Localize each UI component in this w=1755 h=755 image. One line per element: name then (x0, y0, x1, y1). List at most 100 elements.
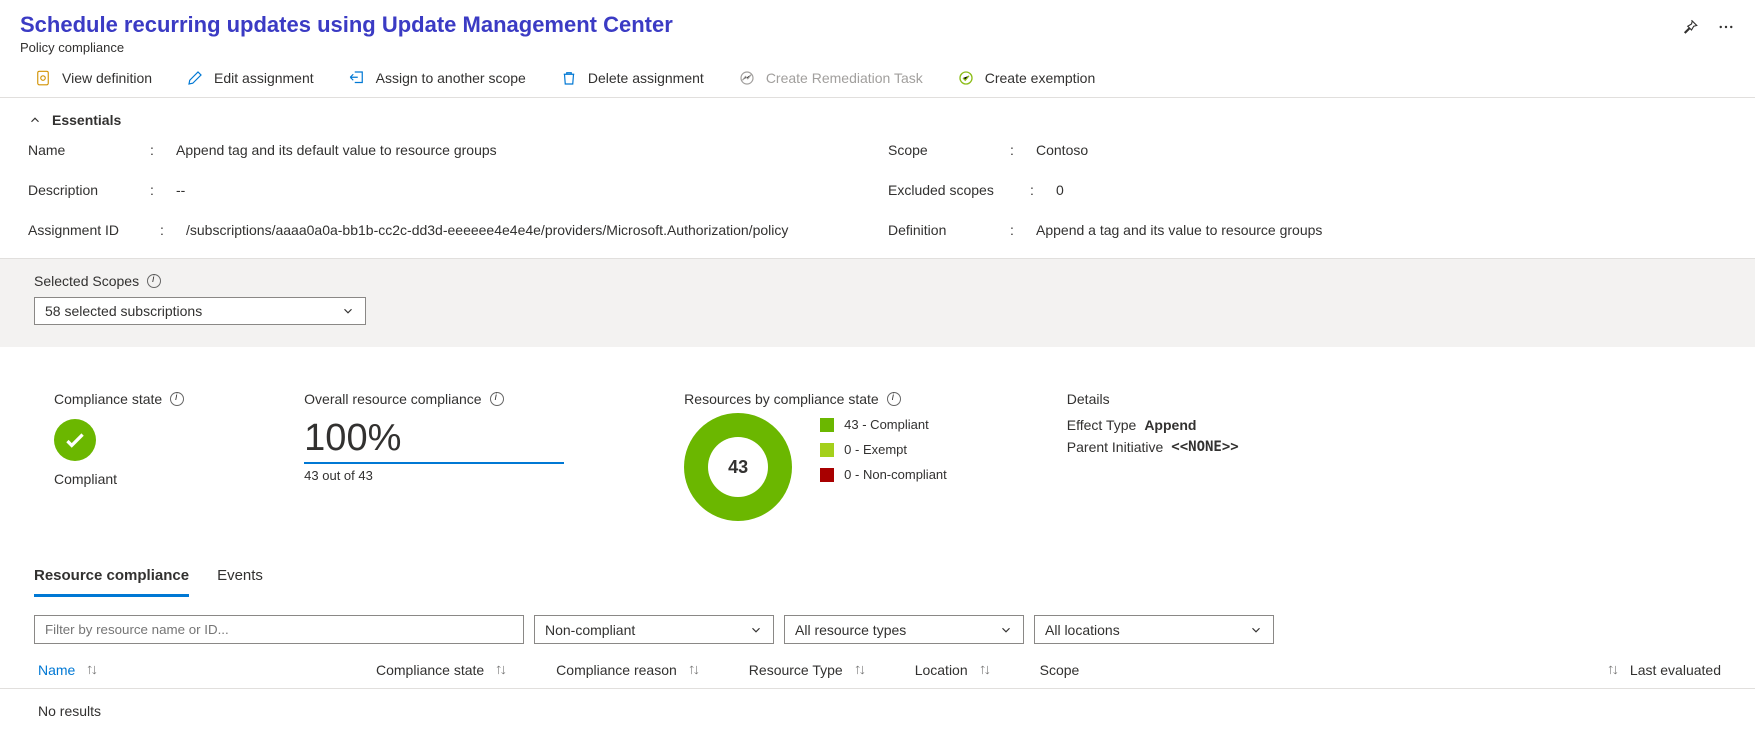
legend-noncompliant-label: 0 - Non-compliant (844, 467, 947, 482)
pin-icon[interactable] (1681, 18, 1699, 36)
essentials-heading: Essentials (52, 112, 121, 128)
edit-assignment-label: Edit assignment (214, 70, 314, 86)
col-state[interactable]: Compliance state (376, 662, 508, 678)
kv-asg-key: Assignment ID (28, 222, 138, 238)
tab-events[interactable]: Events (217, 561, 263, 597)
details-title: Details (1067, 391, 1239, 407)
kv-name-val[interactable]: Append tag and its default value to reso… (176, 142, 848, 158)
create-exemption-button[interactable]: Create exemption (957, 69, 1096, 87)
filter-state-value: Non-compliant (545, 622, 635, 638)
kv-asg-val[interactable]: /subscriptions/aaaa0a0a-bb1b-cc2c-dd3d-e… (186, 222, 848, 238)
assign-scope-button[interactable]: Assign to another scope (348, 69, 526, 87)
table-header: Name Compliance state Compliance reason … (0, 652, 1755, 689)
kv-excluded-key: Excluded scopes (888, 182, 1008, 198)
kv-name-key: Name (28, 142, 128, 158)
kv-excluded-val[interactable]: 0 (1056, 182, 1727, 198)
sort-icon (978, 663, 992, 677)
swatch-icon (820, 443, 834, 457)
filter-state-dropdown[interactable]: Non-compliant (534, 615, 774, 644)
kv-def-val[interactable]: Append a tag and its value to resource g… (1036, 222, 1727, 238)
col-scope-label: Scope (1040, 662, 1080, 678)
summary-row: Compliance state Compliant Overall resou… (0, 347, 1755, 551)
assign-scope-label: Assign to another scope (376, 70, 526, 86)
legend-exempt-label: 0 - Exempt (844, 442, 907, 457)
info-icon[interactable] (147, 274, 161, 288)
view-definition-button[interactable]: View definition (34, 69, 152, 87)
selected-scopes-section: Selected Scopes 58 selected subscription… (0, 258, 1755, 347)
sort-icon (853, 663, 867, 677)
selected-scopes-label-row: Selected Scopes (34, 273, 1721, 289)
exemption-icon (957, 69, 975, 87)
col-name[interactable]: Name (38, 662, 328, 678)
kv-scope-val[interactable]: Contoso (1036, 142, 1727, 158)
info-icon[interactable] (887, 392, 901, 406)
tab-resource-compliance[interactable]: Resource compliance (34, 561, 189, 597)
compliance-state-card: Compliance state Compliant (54, 391, 184, 521)
assign-icon (348, 69, 366, 87)
trash-icon (560, 69, 578, 87)
toolbar: View definition Edit assignment Assign t… (0, 63, 1755, 98)
chevron-down-icon (749, 623, 763, 637)
selected-scopes-dropdown[interactable]: 58 selected subscriptions (34, 297, 366, 325)
chevron-down-icon (999, 623, 1013, 637)
page-title: Schedule recurring updates using Update … (20, 12, 1601, 38)
pencil-icon (186, 69, 204, 87)
col-rtype[interactable]: Resource Type (749, 662, 867, 678)
kv-assignment-id: Assignment ID: /subscriptions/aaaa0a0a-b… (28, 222, 848, 238)
kv-name: Name: Append tag and its default value t… (28, 142, 848, 158)
filter-location-value: All locations (1045, 622, 1120, 638)
kv-def-key: Definition (888, 222, 988, 238)
overall-compliance-card: Overall resource compliance 100% 43 out … (304, 391, 564, 521)
col-loc[interactable]: Location (915, 662, 992, 678)
donut-title: Resources by compliance state (684, 391, 879, 407)
delete-assignment-label: Delete assignment (588, 70, 704, 86)
col-state-label: Compliance state (376, 662, 484, 678)
col-name-label: Name (38, 662, 75, 678)
compliant-check-icon (54, 419, 96, 461)
sort-icon (687, 663, 701, 677)
kv-scope-key: Scope (888, 142, 988, 158)
filter-row: Non-compliant All resource types All loc… (0, 597, 1755, 652)
effect-type-label: Effect Type (1067, 417, 1137, 433)
kv-excluded: Excluded scopes: 0 (888, 182, 1727, 198)
effect-type-row: Effect Type Append (1067, 417, 1239, 433)
info-icon[interactable] (170, 392, 184, 406)
donut-chart: 43 (684, 413, 792, 521)
remediation-icon (738, 69, 756, 87)
essentials-grid: Name: Append tag and its default value t… (28, 142, 1727, 238)
legend-compliant-label: 43 - Compliant (844, 417, 929, 432)
kv-desc-val[interactable]: -- (176, 182, 848, 198)
create-remediation-button: Create Remediation Task (738, 69, 923, 87)
essentials-toggle[interactable]: Essentials (28, 112, 1727, 128)
details-card: Details Effect Type Append Parent Initia… (1067, 391, 1239, 521)
col-last-eval[interactable]: Last evaluated (1606, 662, 1721, 678)
filter-location-dropdown[interactable]: All locations (1034, 615, 1274, 644)
header-actions (1681, 18, 1735, 36)
filter-name-input[interactable] (34, 615, 524, 644)
col-reason[interactable]: Compliance reason (556, 662, 701, 678)
kv-definition: Definition: Append a tag and its value t… (888, 222, 1727, 238)
chevron-up-icon (28, 113, 42, 127)
chevron-down-icon (1249, 623, 1263, 637)
more-icon[interactable] (1717, 18, 1735, 36)
parent-initiative-label: Parent Initiative (1067, 439, 1164, 455)
info-icon[interactable] (490, 392, 504, 406)
delete-assignment-button[interactable]: Delete assignment (560, 69, 704, 87)
filter-type-value: All resource types (795, 622, 906, 638)
policy-icon (34, 69, 52, 87)
create-exemption-label: Create exemption (985, 70, 1096, 86)
selected-scopes-label: Selected Scopes (34, 273, 139, 289)
col-scope[interactable]: Scope (1040, 662, 1080, 678)
sort-icon (494, 663, 508, 677)
parent-initiative-value: <<NONE>> (1171, 439, 1238, 455)
table-empty: No results (0, 689, 1755, 733)
selected-scopes-value: 58 selected subscriptions (45, 303, 202, 319)
legend-compliant: 43 - Compliant (820, 417, 947, 432)
kv-scope: Scope: Contoso (888, 142, 1727, 158)
overall-subtext: 43 out of 43 (304, 468, 564, 483)
edit-assignment-button[interactable]: Edit assignment (186, 69, 314, 87)
legend-exempt: 0 - Exempt (820, 442, 947, 457)
filter-type-dropdown[interactable]: All resource types (784, 615, 1024, 644)
chevron-down-icon (341, 304, 355, 318)
donut-legend: 43 - Compliant 0 - Exempt 0 - Non-compli… (820, 417, 947, 521)
